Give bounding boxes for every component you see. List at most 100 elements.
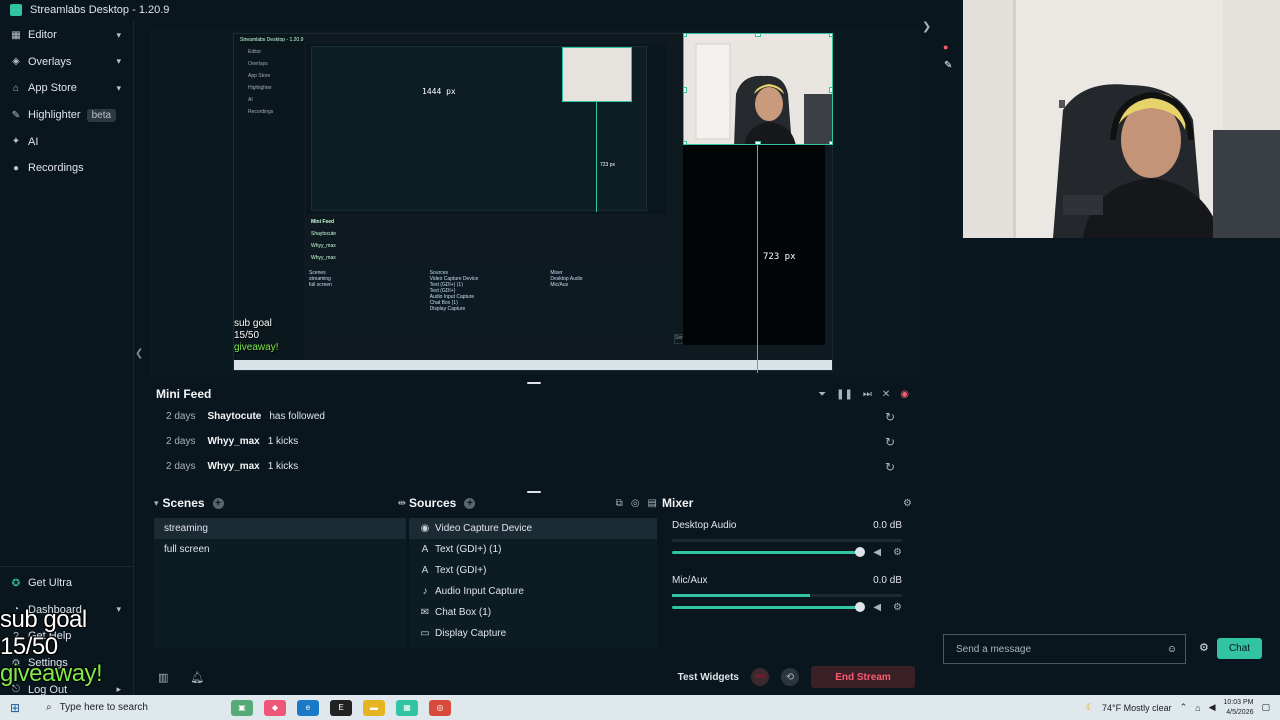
resize-handle[interactable] bbox=[829, 87, 832, 93]
panel-resize-handle[interactable] bbox=[527, 491, 541, 493]
collapse-left-icon[interactable]: ❮ bbox=[135, 348, 143, 359]
gear-icon[interactable]: ⚙ bbox=[903, 498, 912, 509]
network-icon[interactable]: ⌂ bbox=[1195, 703, 1200, 713]
end-stream-button[interactable]: End Stream bbox=[811, 666, 915, 688]
emoji-icon[interactable]: ☺ bbox=[1167, 644, 1177, 655]
edge-icon[interactable]: e bbox=[297, 699, 319, 716]
taskbar-clock[interactable]: 10:03 PM 4/5/2026 bbox=[1224, 698, 1254, 718]
popout-icon[interactable]: ◉ bbox=[900, 389, 909, 400]
test-widgets-button[interactable]: Test Widgets bbox=[678, 672, 739, 683]
file-explorer-icon[interactable]: ▬ bbox=[363, 699, 385, 716]
chrome-icon[interactable]: ◎ bbox=[429, 699, 451, 716]
sidebar-item-ai[interactable]: ✦ AI bbox=[0, 128, 133, 155]
chevron-down-icon[interactable]: ▾ bbox=[116, 83, 121, 94]
mute-alerts-icon[interactable]: ✕ bbox=[882, 389, 890, 400]
scene-item[interactable]: streaming bbox=[154, 518, 406, 539]
chat-send-button[interactable]: Chat bbox=[1217, 638, 1262, 659]
nested-panels: Scenes streaming full screen Sources Vid… bbox=[306, 267, 665, 337]
sidebar-item-overlays[interactable]: ◈ Overlays ▾ bbox=[0, 49, 133, 76]
task-view-icon[interactable]: ▣ bbox=[231, 699, 253, 716]
feed-user[interactable]: Whyy_max bbox=[207, 436, 259, 447]
record-button[interactable]: REC bbox=[751, 668, 769, 686]
volume-slider[interactable]: ◀ ⚙ bbox=[672, 600, 902, 614]
repeat-alert-icon[interactable]: ↻ bbox=[885, 410, 895, 424]
chat-input[interactable]: Send a message ☺ bbox=[943, 634, 1186, 664]
slider-track[interactable] bbox=[672, 546, 866, 557]
sidebar-divider bbox=[0, 566, 133, 567]
gear-icon[interactable]: ⚙ bbox=[893, 547, 902, 558]
collapse-right-icon[interactable]: ❯ bbox=[922, 20, 931, 33]
repeat-alert-icon[interactable]: ↻ bbox=[885, 460, 895, 474]
source-item[interactable]: ♪ Audio Input Capture bbox=[409, 581, 657, 602]
scene-transitions-icon[interactable]: ⇹ bbox=[398, 498, 406, 509]
sidebar-item-editor[interactable]: ▦ Editor ▾ bbox=[0, 22, 133, 49]
epic-games-icon[interactable]: E bbox=[330, 699, 352, 716]
chevron-down-icon[interactable]: ▾ bbox=[154, 498, 159, 509]
chevron-down-icon[interactable]: ▾ bbox=[116, 604, 121, 615]
visibility-icon[interactable]: ◎ bbox=[631, 498, 640, 509]
add-scene-icon[interactable]: + bbox=[212, 497, 224, 509]
edit-icon[interactable]: ✎ bbox=[944, 60, 952, 71]
chevron-down-icon[interactable]: ▾ bbox=[116, 56, 121, 67]
tray-chevron-icon[interactable]: ⌃ bbox=[1180, 702, 1188, 713]
slider-knob[interactable] bbox=[855, 546, 866, 557]
slider-track[interactable] bbox=[672, 601, 866, 612]
taskbar-search[interactable]: ⌕ Type here to search bbox=[30, 695, 220, 720]
nested-preview: 1444 px 723 px bbox=[306, 44, 666, 214]
nested-sidebar-item: AI bbox=[248, 97, 253, 103]
notification-center-icon[interactable]: ▢ bbox=[1261, 702, 1270, 713]
source-item[interactable]: A Text (GDI+) (1) bbox=[409, 539, 657, 560]
resize-handle[interactable] bbox=[684, 34, 687, 37]
slider-knob[interactable] bbox=[855, 601, 866, 612]
resize-handle[interactable] bbox=[755, 34, 761, 37]
source-item[interactable]: ✉ Chat Box (1) bbox=[409, 602, 657, 623]
filter-icon[interactable]: ⏷ bbox=[818, 389, 826, 400]
speaker-icon[interactable]: ◀ bbox=[873, 547, 881, 558]
skip-icon[interactable]: ⏭ bbox=[863, 389, 872, 400]
source-item[interactable]: ▭ Display Capture bbox=[409, 623, 657, 644]
notifications-icon[interactable]: 🔔︎ bbox=[190, 671, 204, 684]
volume-meter bbox=[672, 539, 902, 542]
scene-item[interactable]: full screen bbox=[154, 539, 406, 560]
scenes-list: streaming full screen bbox=[154, 518, 406, 648]
feed-user[interactable]: Shaytocute bbox=[207, 411, 261, 422]
resize-handle[interactable] bbox=[755, 141, 761, 144]
group-icon[interactable]: ⧉ bbox=[616, 498, 623, 509]
source-item[interactable]: ◉ Video Capture Device bbox=[409, 518, 657, 539]
sidebar-item-app-store[interactable]: ⌂ App Store ▾ bbox=[0, 75, 133, 102]
volume-icon[interactable]: ◀ bbox=[1209, 702, 1216, 713]
nested-scenes: Scenes streaming full screen bbox=[306, 267, 423, 337]
chevron-right-icon[interactable]: ▸ bbox=[116, 684, 121, 695]
chat-placeholder: Send a message bbox=[956, 643, 1032, 655]
folder-icon[interactable]: ▤ bbox=[648, 498, 657, 509]
resize-handle[interactable] bbox=[829, 141, 832, 144]
resize-handle[interactable] bbox=[684, 141, 687, 144]
source-item[interactable]: A Text (GDI+) bbox=[409, 560, 657, 581]
add-source-icon[interactable]: + bbox=[464, 497, 476, 509]
scenes-header: ▾ Scenes + ⇹ bbox=[154, 494, 406, 512]
mixer-title: Mixer bbox=[662, 496, 694, 510]
webcam-source-selection[interactable] bbox=[683, 33, 833, 145]
volume-slider[interactable]: ◀ ⚙ bbox=[672, 545, 902, 559]
speaker-icon[interactable]: ◀ bbox=[873, 602, 881, 613]
feed-user[interactable]: Whyy_max bbox=[207, 461, 259, 472]
chevron-down-icon[interactable]: ▾ bbox=[116, 30, 121, 41]
weather-text[interactable]: 74°F Mostly clear bbox=[1102, 703, 1172, 713]
repeat-alert-icon[interactable]: ↻ bbox=[885, 435, 895, 449]
sidebar-item-label: Editor bbox=[28, 29, 57, 42]
streamlabs-taskbar-icon[interactable]: ▦ bbox=[396, 699, 418, 716]
gear-icon[interactable]: ⚙ bbox=[893, 602, 902, 613]
sidebar-item-recordings[interactable]: ● Recordings bbox=[0, 155, 133, 182]
sidebar-item-highlighter[interactable]: ✎ Highlighter beta bbox=[0, 102, 133, 129]
sidebar-item-get-ultra[interactable]: ✪ Get Ultra bbox=[0, 570, 133, 597]
pause-icon[interactable]: ❚❚ bbox=[836, 389, 853, 400]
resize-handle[interactable] bbox=[684, 87, 687, 93]
chat-settings-icon[interactable]: ⚙ bbox=[1199, 641, 1209, 654]
replay-buffer-icon[interactable]: ⟲ bbox=[781, 668, 799, 686]
resize-handle[interactable] bbox=[829, 34, 832, 37]
performance-icon[interactable]: ▥ bbox=[158, 671, 168, 684]
copilot-icon[interactable]: ◆ bbox=[264, 699, 286, 716]
windows-start-icon[interactable]: ⊞ bbox=[0, 701, 30, 715]
mixer-panel: Mixer ⚙ Desktop Audio 0.0 dB ◀ ⚙ Mic/Aux… bbox=[662, 494, 912, 652]
monitor-icon: ▭ bbox=[420, 628, 430, 639]
